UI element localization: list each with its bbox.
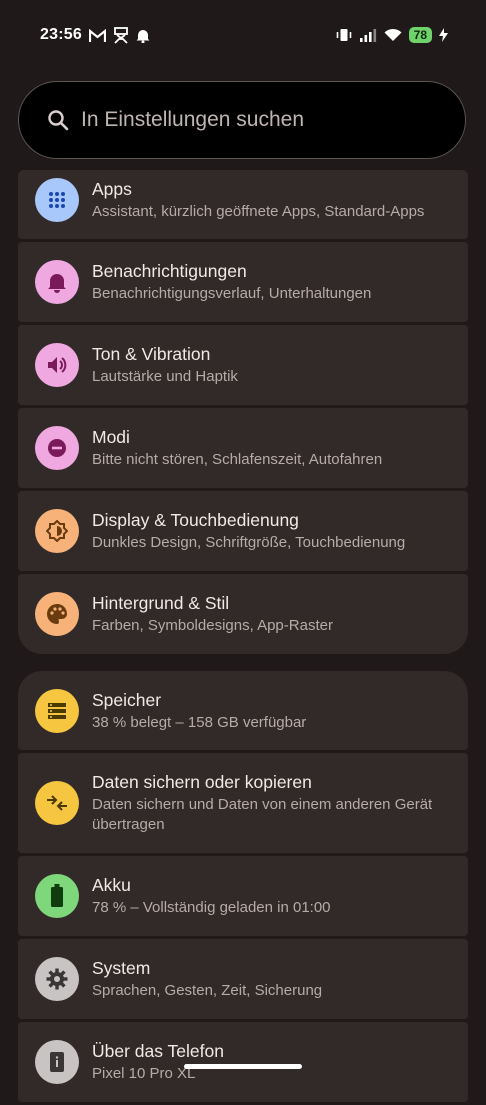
settings-item-system[interactable]: System Sprachen, Gesten, Zeit, Sicherung	[18, 939, 468, 1019]
system-icon-badge	[35, 957, 79, 1001]
settings-search-bar[interactable]: In Einstellungen suchen	[18, 81, 466, 159]
bell-icon	[136, 30, 150, 43]
item-title: Modi	[92, 427, 130, 447]
vibrate-icon	[336, 29, 351, 41]
item-subtitle: Farben, Symboldesigns, App-Raster	[92, 617, 333, 634]
item-title: Über das Telefon	[92, 1041, 224, 1061]
status-time: 23:56	[40, 26, 82, 43]
transfer-icon	[47, 795, 67, 811]
settings-item-apps[interactable]: Apps Assistant, kürzlich geöffnete Apps,…	[18, 170, 468, 239]
do-not-disturb-icon	[48, 439, 66, 457]
display-icon-badge	[35, 509, 79, 553]
settings-item-battery[interactable]: Akku 78 % – Vollständig geladen in 01:00	[18, 856, 468, 936]
settings-item-sound[interactable]: Ton & Vibration Lautstärke und Haptik	[18, 325, 468, 405]
sound-icon-badge	[35, 343, 79, 387]
settings-item-backup[interactable]: Daten sichern oder kopieren Daten sicher…	[18, 753, 468, 853]
wifi-icon	[384, 28, 402, 41]
home-gesture-bar[interactable]	[184, 1064, 302, 1069]
bell-icon	[48, 274, 66, 293]
brightness-icon	[46, 520, 68, 542]
settings-item-wallpaper-style[interactable]: Hintergrund & Stil Farben, Symboldesigns…	[18, 574, 468, 654]
settings-item-storage[interactable]: Speicher 38 % belegt – 158 GB verfügbar	[18, 671, 468, 750]
search-icon	[48, 110, 69, 131]
storage-icon-badge	[35, 689, 79, 733]
speaker-icon	[48, 357, 67, 373]
item-title: Ton & Vibration	[92, 344, 211, 364]
notifications-icon-badge	[35, 260, 79, 304]
palette-icon	[47, 604, 67, 624]
apps-icon-badge	[35, 178, 79, 222]
status-left-icons	[89, 27, 150, 44]
status-right-icons: 78	[336, 27, 448, 43]
settings-item-display[interactable]: Display & Touchbedienung Dunkles Design,…	[18, 491, 468, 571]
item-title: Apps	[92, 179, 132, 199]
signal-icon	[359, 29, 376, 42]
item-subtitle: 78 % – Vollständig geladen in 01:00	[92, 899, 331, 916]
apps-grid-icon	[49, 192, 65, 208]
item-title: Benachrichtigungen	[92, 261, 247, 281]
item-subtitle: Dunkles Design, Schriftgröße, Touchbedie…	[92, 534, 406, 551]
about-icon-badge	[35, 1040, 79, 1084]
gear-icon	[46, 968, 68, 990]
item-title: Daten sichern oder kopieren	[92, 772, 312, 792]
item-subtitle: 38 % belegt – 158 GB verfügbar	[92, 714, 307, 731]
item-title: System	[92, 958, 151, 978]
settings-group-1: Apps Assistant, kürzlich geöffnete Apps,…	[18, 170, 468, 657]
app-notification-icon	[114, 27, 128, 44]
item-title: Akku	[92, 875, 131, 895]
settings-item-modes[interactable]: Modi Bitte nicht stören, Schlafenszeit, …	[18, 408, 468, 488]
item-subtitle: Benachrichtigungsverlauf, Unterhaltungen	[92, 285, 372, 302]
settings-group-2: Speicher 38 % belegt – 158 GB verfügbar …	[18, 671, 468, 1105]
settings-item-about-phone[interactable]: Über das Telefon Pixel 10 Pro XL	[18, 1022, 468, 1102]
item-title: Display & Touchbedienung	[92, 510, 299, 530]
battery-icon-badge	[35, 874, 79, 918]
status-bar: 23:56 78	[0, 0, 486, 72]
item-subtitle: Sprachen, Gesten, Zeit, Sicherung	[92, 982, 323, 999]
gmail-icon	[89, 28, 106, 42]
item-subtitle: Bitte nicht stören, Schlafenszeit, Autof…	[92, 451, 383, 468]
charging-bolt-icon	[439, 28, 448, 42]
wallpaper-icon-badge	[35, 592, 79, 636]
backup-icon-badge	[35, 781, 79, 825]
item-title: Speicher	[92, 690, 162, 710]
item-subtitle: Daten sichern und Daten von einem andere…	[92, 796, 433, 833]
search-placeholder: In Einstellungen suchen	[81, 108, 304, 131]
storage-icon	[48, 703, 66, 719]
phone-info-icon	[50, 1052, 64, 1072]
modes-icon-badge	[35, 426, 79, 470]
battery-level-badge: 78	[408, 27, 432, 43]
item-title: Hintergrund & Stil	[92, 593, 230, 613]
settings-item-notifications[interactable]: Benachrichtigungen Benachrichtigungsverl…	[18, 242, 468, 322]
item-subtitle: Assistant, kürzlich geöffnete Apps, Stan…	[92, 203, 425, 220]
battery-icon	[51, 884, 63, 907]
item-subtitle: Lautstärke und Haptik	[92, 368, 238, 385]
